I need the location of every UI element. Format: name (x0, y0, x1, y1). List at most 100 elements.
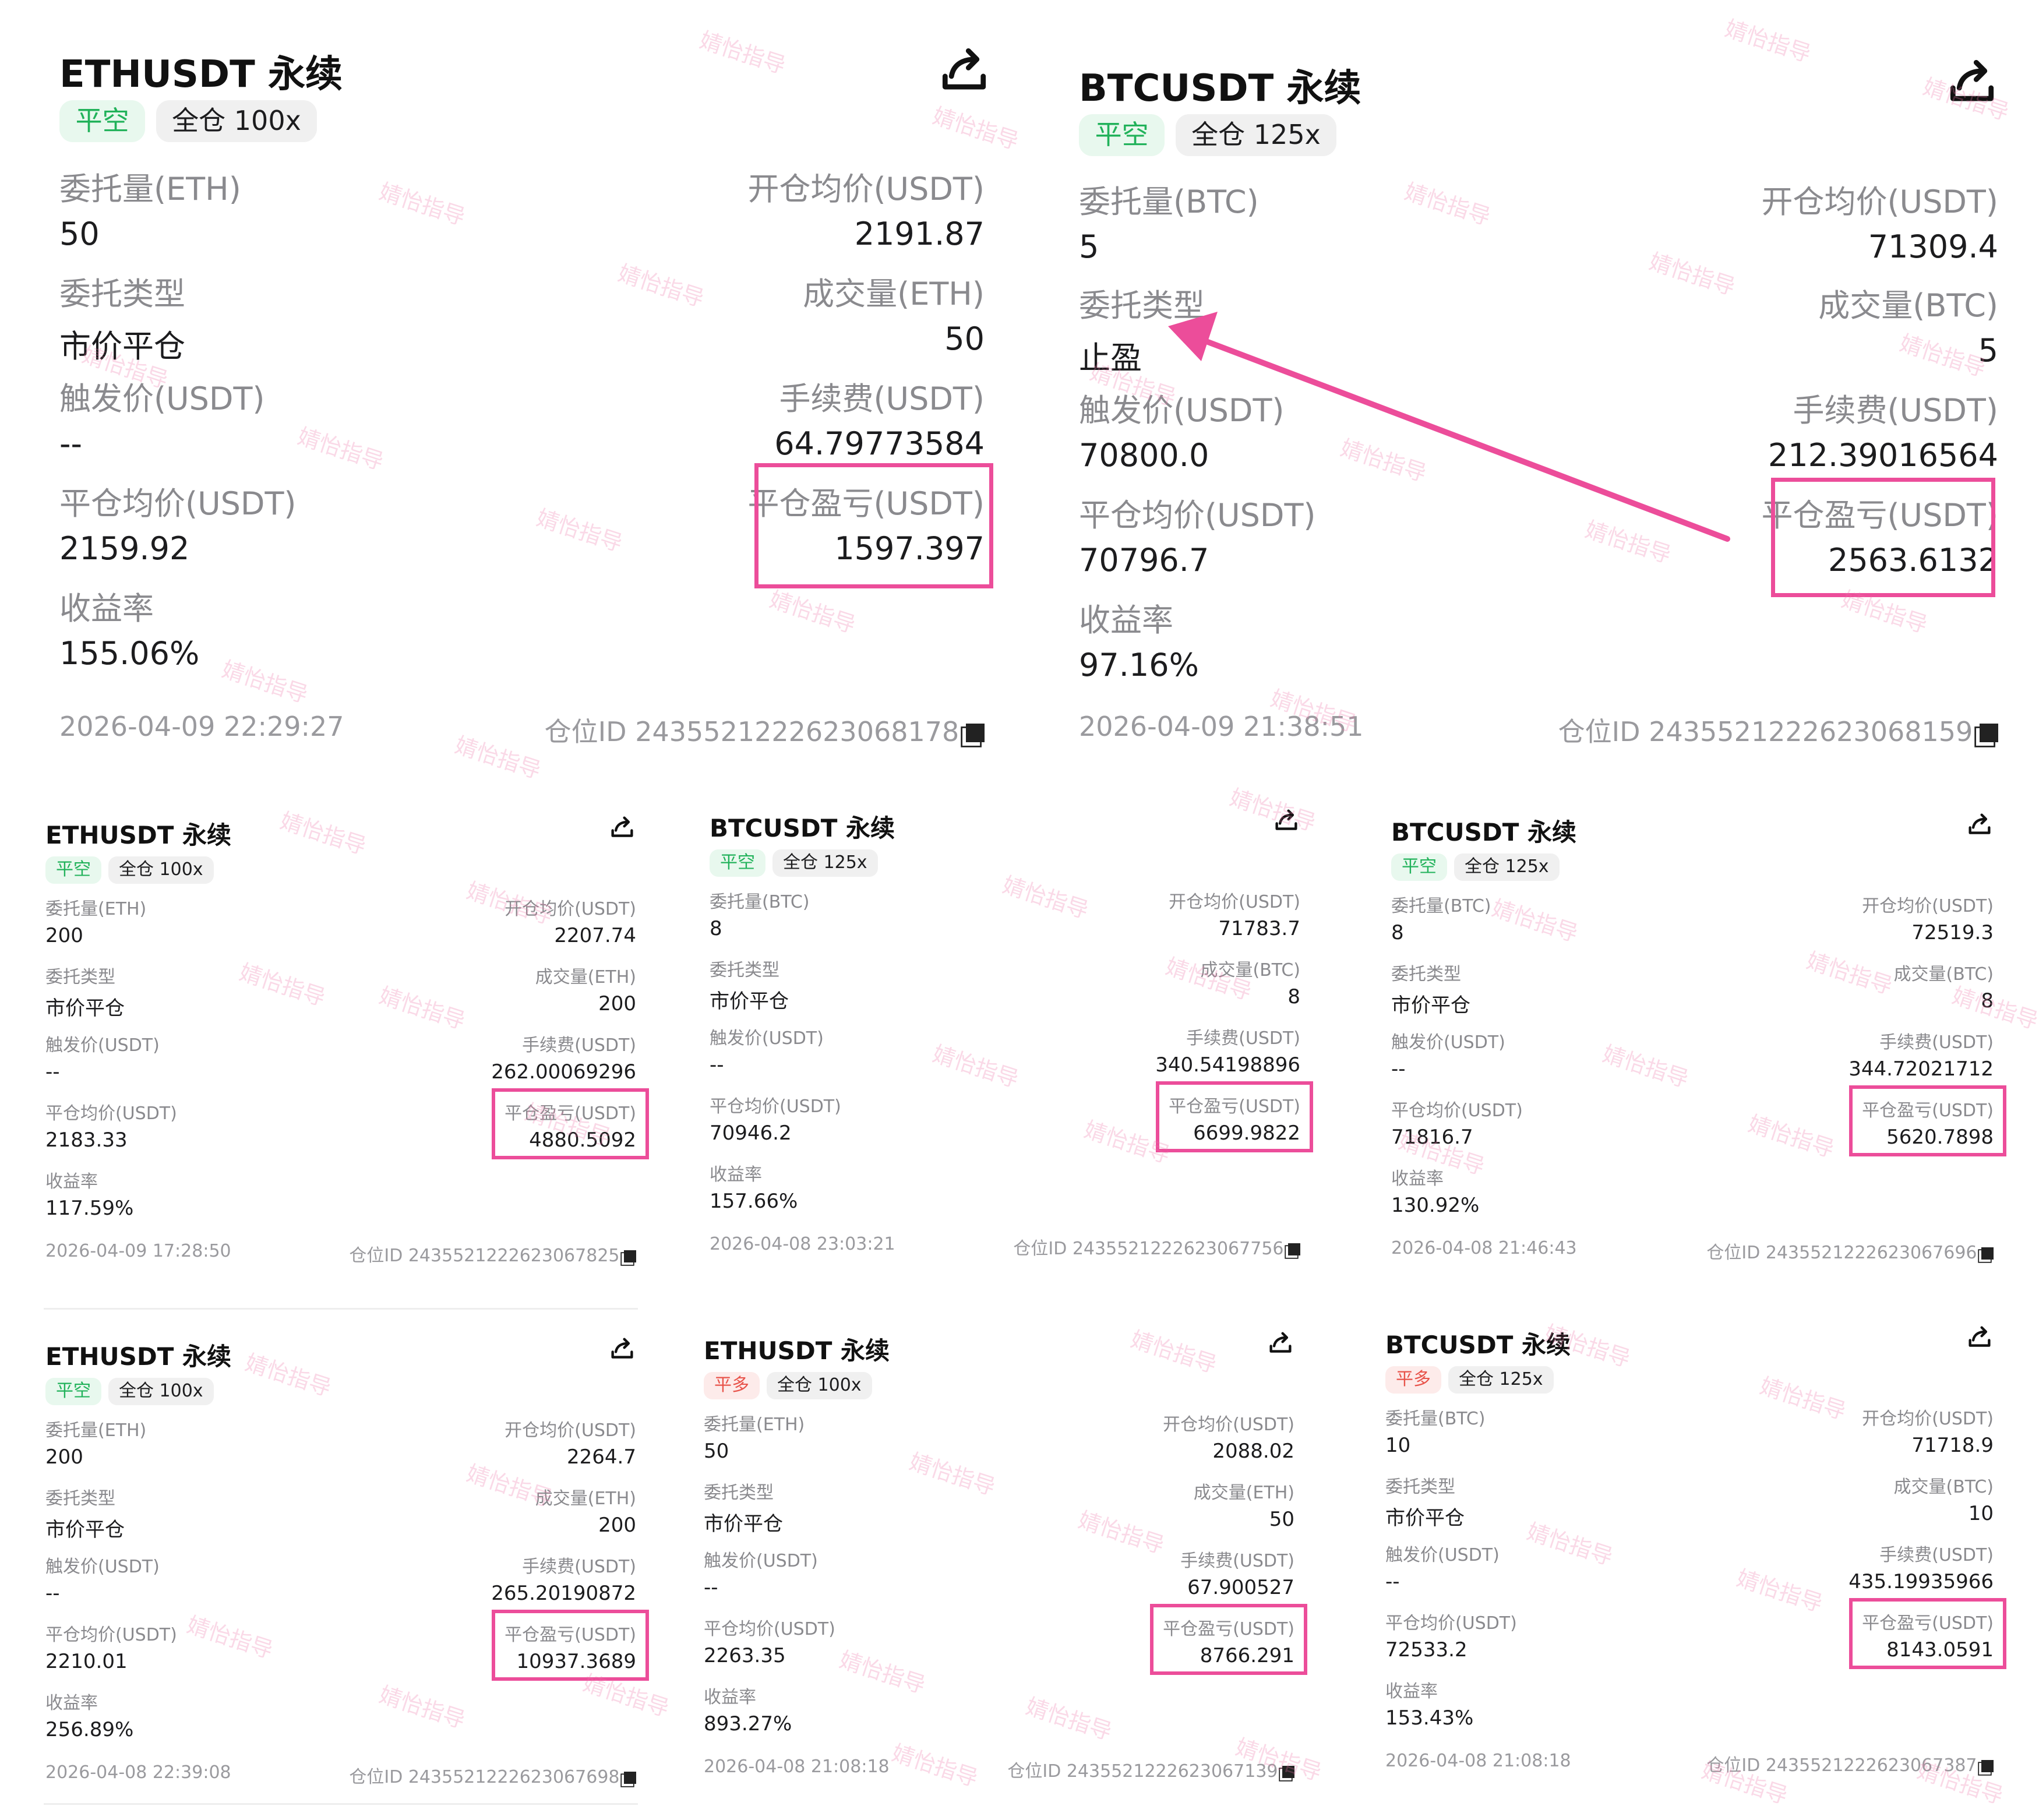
share-icon[interactable] (1274, 809, 1299, 837)
fee-field: 手续费(USDT) 344.72021712 (1848, 1032, 1994, 1081)
qty-field: 委托量(ETH) 50 (704, 1415, 805, 1463)
share-icon[interactable] (1967, 1325, 1992, 1354)
close-avg-field: 平仓均价(USDT) 2183.33 (45, 1103, 177, 1152)
open-avg-field: 开仓均价(USDT) 2207.74 (505, 899, 636, 947)
order-type-field: 委托类型 市价平仓 (1385, 1477, 1465, 1530)
qty-field: 委托量(BTC) 5 (1079, 184, 1259, 265)
margin-badge: 全仓 100x (108, 1378, 214, 1405)
badges: 平空 全仓 125x (1079, 114, 1337, 156)
side-badge: 平空 (1391, 853, 1447, 881)
qty-field: 委托量(ETH) 200 (45, 899, 147, 947)
trigger-price-field: 触发价(USDT) -- (710, 1028, 824, 1077)
badges: 平空 全仓 125x (710, 849, 878, 877)
close-avg-field: 平仓均价(USDT) 72533.2 (1385, 1613, 1517, 1662)
pnl-highlight-box (492, 1088, 649, 1159)
copy-icon[interactable] (965, 724, 985, 743)
order-type-field: 委托类型 市价平仓 (59, 276, 185, 365)
margin-badge: 全仓 100x (108, 856, 214, 884)
filled-field: 成交量(BTC) 5 (1818, 287, 1998, 369)
qty-field: 委托量(BTC) 8 (710, 892, 810, 940)
share-icon[interactable] (1268, 1331, 1293, 1360)
fee-field: 手续费(USDT) 64.79773584 (774, 380, 985, 462)
share-icon[interactable] (1946, 58, 1998, 105)
order-card-eth-2: ETHUSDT 永续 平空 全仓 100x 委托量(ETH) 200 委托类型 市价… (23, 792, 664, 1282)
order-card-eth-1: ETHUSDT 永续 平空 全仓 100x 委托量(ETH) 50 委托类型 市价平… (23, 23, 1014, 781)
badges: 平空 全仓 100x (45, 856, 214, 884)
side-badge: 平空 (1079, 114, 1165, 156)
filled-field: 成交量(BTC) 8 (1200, 960, 1300, 1008)
pnl-highlight-box (1849, 1598, 2006, 1669)
fee-field: 手续费(USDT) 340.54198896 (1155, 1028, 1300, 1077)
order-type-field: 委托类型 市价平仓 (45, 967, 125, 1020)
badges: 平多 全仓 125x (1385, 1366, 1554, 1394)
open-avg-field: 开仓均价(USDT) 71718.9 (1862, 1409, 1994, 1457)
copy-icon[interactable] (1981, 1247, 1994, 1260)
close-avg-field: 平仓均价(USDT) 70796.7 (1079, 497, 1316, 579)
qty-field: 委托量(ETH) 50 (59, 171, 241, 252)
trigger-price-field: 触发价(USDT) -- (704, 1551, 818, 1599)
side-badge: 平空 (45, 856, 101, 884)
roi-field: 收益率 130.92% (1391, 1169, 1480, 1217)
roi-field: 收益率 153.43% (1385, 1681, 1474, 1730)
timestamp: 2026-04-08 21:08:18 (704, 1756, 890, 1777)
fee-field: 手续费(USDT) 67.900527 (1180, 1551, 1294, 1599)
margin-badge: 全仓 125x (772, 849, 878, 877)
timestamp: 2026-04-09 17:28:50 (45, 1241, 231, 1261)
trigger-price-field: 触发价(USDT) -- (1391, 1032, 1505, 1081)
close-avg-field: 平仓均价(USDT) 71816.7 (1391, 1101, 1523, 1149)
filled-field: 成交量(BTC) 8 (1893, 964, 1994, 1013)
side-badge: 平多 (704, 1372, 760, 1399)
open-avg-field: 开仓均价(USDT) 2088.02 (1163, 1415, 1294, 1463)
margin-badge: 全仓 100x (156, 100, 318, 142)
order-card-btc-4: BTCUSDT 永续 平多 全仓 125x 委托量(BTC) 10 委托类型 市价平… (1363, 1302, 2022, 1791)
margin-badge: 全仓 125x (1448, 1366, 1554, 1394)
pnl-highlight-box (1150, 1604, 1307, 1675)
roi-field: 收益率 893.27% (704, 1687, 792, 1736)
filled-field: 成交量(ETH) 50 (803, 276, 985, 357)
position-id: 仓位ID 2435521222623067387 (1706, 1751, 1994, 1776)
card-title: BTCUSDT 永续 (1391, 818, 1576, 846)
position-id: 仓位ID 2435521222623067825 (349, 1241, 636, 1267)
share-icon[interactable] (609, 1337, 635, 1366)
timestamp: 2026-04-09 21:38:51 (1079, 711, 1364, 742)
margin-badge: 全仓 100x (767, 1372, 872, 1399)
filled-field: 成交量(ETH) 200 (535, 967, 636, 1015)
row-divider (44, 1308, 638, 1310)
copy-icon[interactable] (624, 1771, 636, 1784)
order-card-eth-3: ETHUSDT 永续 平空 全仓 100x 委托量(ETH) 200 委托类型 市价… (23, 1314, 664, 1803)
roi-field: 收益率 155.06% (59, 590, 200, 672)
close-avg-field: 平仓均价(USDT) 2210.01 (45, 1625, 177, 1673)
open-avg-field: 开仓均价(USDT) 71783.7 (1169, 892, 1300, 940)
trigger-price-field: 触发价(USDT) -- (45, 1035, 160, 1084)
margin-badge: 全仓 125x (1454, 853, 1560, 881)
filled-field: 成交量(BTC) 10 (1893, 1477, 1994, 1525)
open-avg-field: 开仓均价(USDT) 72519.3 (1862, 896, 1994, 944)
order-type-field: 委托类型 市价平仓 (704, 1483, 783, 1536)
filled-field: 成交量(ETH) 50 (1193, 1483, 1294, 1531)
copy-icon[interactable] (1981, 1759, 1994, 1772)
side-badge: 平空 (710, 849, 765, 877)
share-icon[interactable] (938, 47, 990, 93)
card-title: ETHUSDT 永续 (45, 821, 231, 849)
qty-field: 委托量(BTC) 8 (1391, 896, 1491, 944)
order-card-btc-3: BTCUSDT 永续 平空 全仓 125x 委托量(BTC) 8 委托类型 市价平仓… (1369, 789, 2022, 1279)
copy-icon[interactable] (1282, 1765, 1294, 1778)
card-title: BTCUSDT 永续 (1385, 1331, 1571, 1359)
timestamp: 2026-04-08 21:08:18 (1385, 1751, 1571, 1771)
copy-icon[interactable] (1288, 1243, 1300, 1255)
badges: 平空 全仓 125x (1391, 853, 1560, 881)
copy-icon[interactable] (1979, 724, 1998, 743)
close-avg-field: 平仓均价(USDT) 70946.2 (710, 1096, 841, 1145)
close-avg-field: 平仓均价(USDT) 2159.92 (59, 485, 297, 567)
card-title: ETHUSDT 永续 (45, 1342, 231, 1371)
order-card-eth-4: ETHUSDT 永续 平多 全仓 100x 委托量(ETH) 50 委托类型 市价平… (682, 1308, 1322, 1797)
copy-icon[interactable] (624, 1250, 636, 1262)
share-icon[interactable] (609, 816, 635, 844)
open-avg-field: 开仓均价(USDT) 2191.87 (747, 171, 985, 252)
timestamp: 2026-04-08 23:03:21 (710, 1234, 895, 1254)
roi-field: 收益率 256.89% (45, 1693, 134, 1741)
position-id: 仓位ID 2435521222623067756 (1013, 1234, 1300, 1260)
side-badge: 平空 (45, 1378, 101, 1405)
trigger-price-field: 触发价(USDT) -- (45, 1557, 160, 1605)
share-icon[interactable] (1967, 813, 1992, 841)
